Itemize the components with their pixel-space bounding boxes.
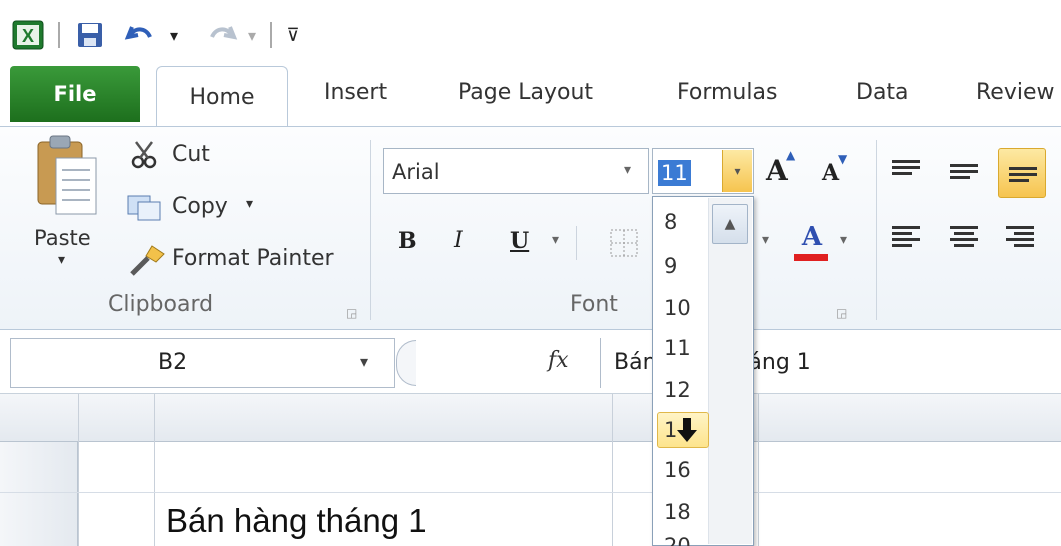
underline-button[interactable]: U [510, 228, 529, 254]
font-color-icon: A [801, 222, 823, 252]
font-size-value[interactable]: 11 [658, 160, 691, 186]
font-size-option-20[interactable]: 20 [664, 534, 704, 546]
copy-dropdown-icon[interactable]: ▾ [246, 196, 253, 212]
font-name-dropdown-icon[interactable]: ▾ [624, 162, 631, 178]
font-name-value: Arial [392, 160, 440, 184]
format-painter-icon [126, 244, 166, 276]
font-color-bar [794, 254, 828, 261]
font-group-label: Font [570, 292, 618, 317]
font-launcher-icon[interactable]: ◲ [836, 306, 847, 320]
format-painter-button[interactable]: Format Painter [172, 246, 334, 271]
column-header-row [0, 394, 1061, 442]
excel-logo-icon[interactable]: X [10, 20, 46, 50]
qat-separator [270, 22, 272, 48]
tab-home[interactable]: Home [156, 66, 288, 128]
name-box[interactable] [10, 338, 395, 388]
shrink-font-button[interactable]: A ▼ [822, 152, 852, 192]
save-icon[interactable] [72, 20, 108, 50]
font-size-option-12[interactable]: 12 [664, 378, 691, 402]
font-separator [576, 226, 577, 260]
cut-button[interactable]: Cut [172, 142, 210, 167]
italic-button[interactable]: I [454, 228, 463, 253]
font-size-option-8[interactable]: 8 [664, 210, 677, 234]
align-top-icon[interactable] [892, 160, 920, 186]
font-color-dropdown-icon[interactable]: ▾ [840, 232, 847, 248]
qat-separator [58, 22, 60, 48]
tab-data[interactable]: Data [856, 80, 909, 110]
paste-icon[interactable] [30, 134, 102, 222]
align-right-icon[interactable] [1006, 226, 1034, 252]
underline-dropdown-icon[interactable]: ▾ [552, 232, 559, 248]
tab-formulas[interactable]: Formulas [677, 80, 777, 110]
customize-qat-icon[interactable]: ⊽ [280, 20, 306, 50]
align-left-icon[interactable] [892, 226, 920, 252]
scroll-up-button[interactable]: ▲ [712, 204, 748, 244]
bold-button[interactable]: B [398, 228, 417, 254]
grid-line [78, 394, 79, 546]
group-separator [370, 140, 371, 320]
font-size-option-11[interactable]: 11 [664, 336, 691, 360]
align-center-icon[interactable] [950, 226, 978, 252]
clipboard-group-label: Clipboard [108, 292, 214, 317]
group-separator [876, 140, 877, 320]
font-size-option-10[interactable]: 10 [664, 296, 691, 320]
tab-insert[interactable]: Insert [324, 80, 387, 110]
tab-file[interactable]: File [10, 66, 140, 122]
borders-icon[interactable] [608, 226, 640, 260]
undo-icon[interactable] [122, 20, 162, 50]
grow-font-button[interactable]: A ▲ [766, 148, 800, 190]
cell-b2-text: Bán hàng tháng 1 [166, 502, 427, 539]
copy-icon [126, 194, 164, 222]
clipboard-launcher-icon[interactable]: ◲ [346, 306, 357, 320]
cell-b1[interactable] [155, 443, 612, 492]
font-color-button[interactable]: A [792, 222, 832, 262]
font-size-option-9[interactable]: 9 [664, 254, 677, 278]
align-bottom-button[interactable] [998, 148, 1046, 198]
tab-review[interactable]: Review [976, 80, 1055, 110]
fill-color-dropdown-icon[interactable]: ▾ [762, 232, 769, 248]
svg-text:X: X [22, 26, 34, 46]
font-size-dropdown-button[interactable]: ▾ [722, 150, 752, 192]
undo-dropdown-icon[interactable]: ▾ [164, 20, 184, 50]
redo-dropdown-icon[interactable]: ▾ [242, 20, 262, 50]
insert-function-button[interactable]: fx [548, 348, 569, 373]
dropdown-scrollbar[interactable] [708, 198, 752, 544]
mouse-cursor-icon [676, 416, 698, 444]
paste-dropdown-icon[interactable]: ▾ [58, 252, 65, 268]
tab-page-layout[interactable]: Page Layout [458, 80, 593, 110]
paste-button[interactable]: Paste [34, 226, 91, 250]
align-middle-icon[interactable] [950, 164, 978, 190]
font-size-option-16[interactable]: 16 [664, 458, 691, 482]
font-size-option-18[interactable]: 18 [664, 500, 691, 524]
copy-button[interactable]: Copy [172, 194, 228, 219]
name-box-dropdown-icon[interactable]: ▾ [360, 352, 368, 371]
grid-line [612, 394, 613, 546]
grid-line [758, 394, 759, 546]
quick-access-toolbar: X ▾ ▾ ⊽ [0, 0, 1061, 60]
redo-icon[interactable] [200, 20, 240, 50]
row-header-column [0, 442, 78, 546]
name-box-value: B2 [158, 350, 188, 375]
align-bottom-icon [1009, 167, 1037, 193]
cut-icon [130, 140, 160, 170]
